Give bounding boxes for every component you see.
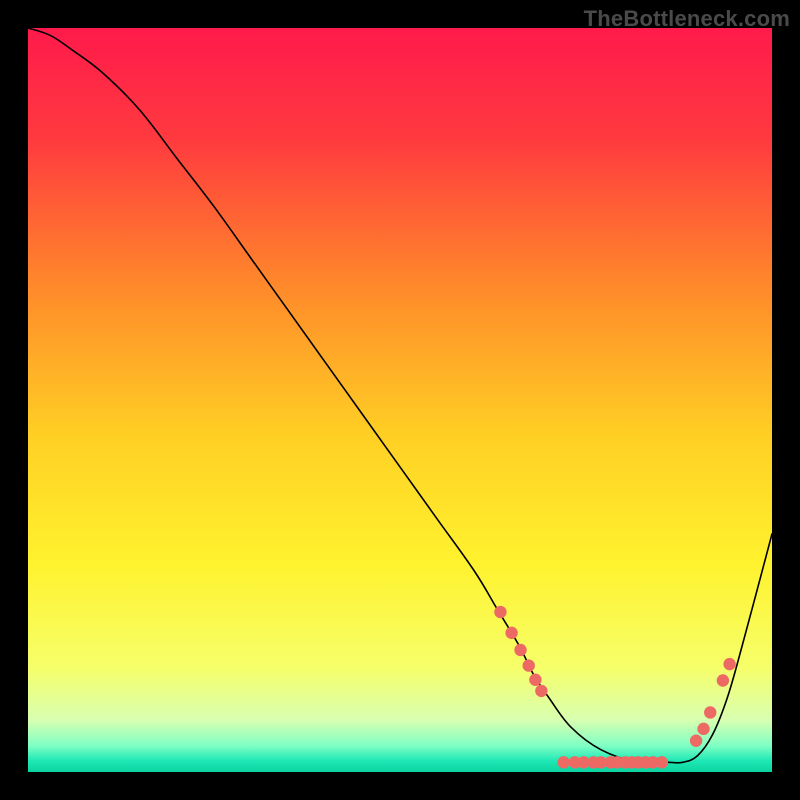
- data-marker: [690, 735, 702, 747]
- data-marker: [505, 627, 517, 639]
- data-marker: [697, 723, 709, 735]
- data-marker: [529, 674, 541, 686]
- chart-svg: [28, 28, 772, 772]
- data-marker: [704, 706, 716, 718]
- data-marker: [523, 659, 535, 671]
- data-marker: [557, 756, 569, 768]
- gradient-background: [28, 28, 772, 772]
- data-marker: [717, 674, 729, 686]
- data-marker: [535, 685, 547, 697]
- plot-area: [28, 28, 772, 772]
- chart-frame: TheBottleneck.com: [0, 0, 800, 800]
- data-marker: [514, 644, 526, 656]
- data-marker: [723, 658, 735, 670]
- watermark-label: TheBottleneck.com: [584, 6, 790, 32]
- data-marker: [494, 606, 506, 618]
- data-marker: [656, 756, 668, 768]
